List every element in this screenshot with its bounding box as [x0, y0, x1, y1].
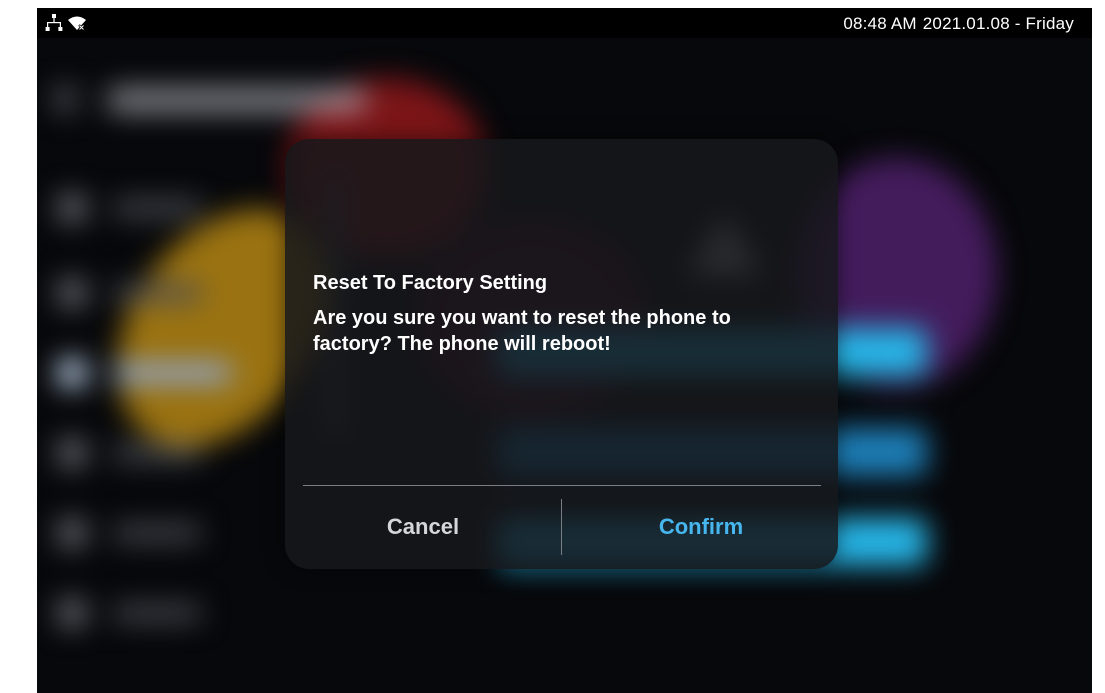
background-back-icon [55, 86, 75, 112]
background-menu-item [52, 188, 232, 228]
device-screen: 08:48 AM 2021.01.08 - Friday Reset To Fac… [37, 8, 1092, 693]
background-page-title [107, 88, 367, 112]
background-menu-item-active [52, 353, 232, 393]
background-menu-item [52, 513, 232, 553]
status-time: 08:48 AM [843, 14, 917, 33]
status-bar: 08:48 AM 2021.01.08 - Friday [37, 8, 1092, 38]
button-divider [561, 499, 562, 555]
clock: 08:48 AM 2021.01.08 - Friday [837, 14, 1074, 34]
dialog-divider [303, 485, 821, 486]
background-menu-item [52, 433, 232, 473]
network-icon [45, 14, 63, 31]
reset-confirm-dialog: Reset To Factory Setting Are you sure yo… [285, 139, 838, 569]
wifi-disconnected-icon [68, 16, 86, 31]
status-date: 2021.01.08 - Friday [922, 14, 1074, 33]
confirm-button[interactable]: Confirm [581, 501, 821, 553]
background-menu-item [52, 593, 232, 633]
dialog-title: Reset To Factory Setting [313, 272, 548, 294]
dialog-message: Are you sure you want to reset the phone… [313, 307, 731, 355]
background-menu-item [52, 273, 232, 313]
cancel-button[interactable]: Cancel [303, 501, 543, 553]
